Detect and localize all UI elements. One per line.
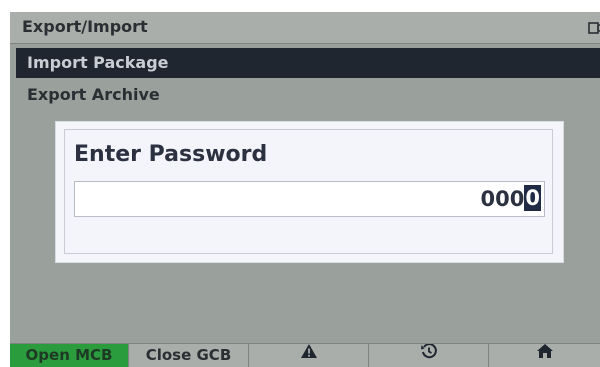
home-button[interactable]: [489, 344, 600, 367]
password-input[interactable]: 0000: [74, 181, 545, 217]
close-gcb-label: Close GCB: [145, 346, 232, 364]
page-title: Export/Import: [22, 17, 148, 36]
bottom-bar: Open MCB Close GCB: [10, 343, 600, 367]
open-mcb-button[interactable]: Open MCB: [10, 344, 129, 367]
screen: Export/Import Import Package Export Arch…: [10, 12, 600, 367]
history-icon: [420, 344, 438, 367]
password-cursor: 0: [524, 185, 541, 211]
menu-item-export-archive[interactable]: Export Archive: [16, 80, 600, 110]
menu-item-import-package[interactable]: Import Package: [16, 48, 600, 78]
title-bar: Export/Import: [10, 12, 600, 44]
password-value: 000: [480, 187, 525, 211]
home-icon: [536, 344, 554, 366]
history-button[interactable]: [369, 344, 489, 367]
close-gcb-button[interactable]: Close GCB: [129, 344, 249, 367]
dialog-title: Enter Password: [74, 142, 268, 167]
window-icon[interactable]: [588, 20, 600, 34]
open-mcb-label: Open MCB: [25, 346, 113, 364]
warning-icon: [300, 344, 318, 366]
password-dialog: Enter Password 0000: [56, 122, 563, 262]
warning-button[interactable]: [249, 344, 369, 367]
